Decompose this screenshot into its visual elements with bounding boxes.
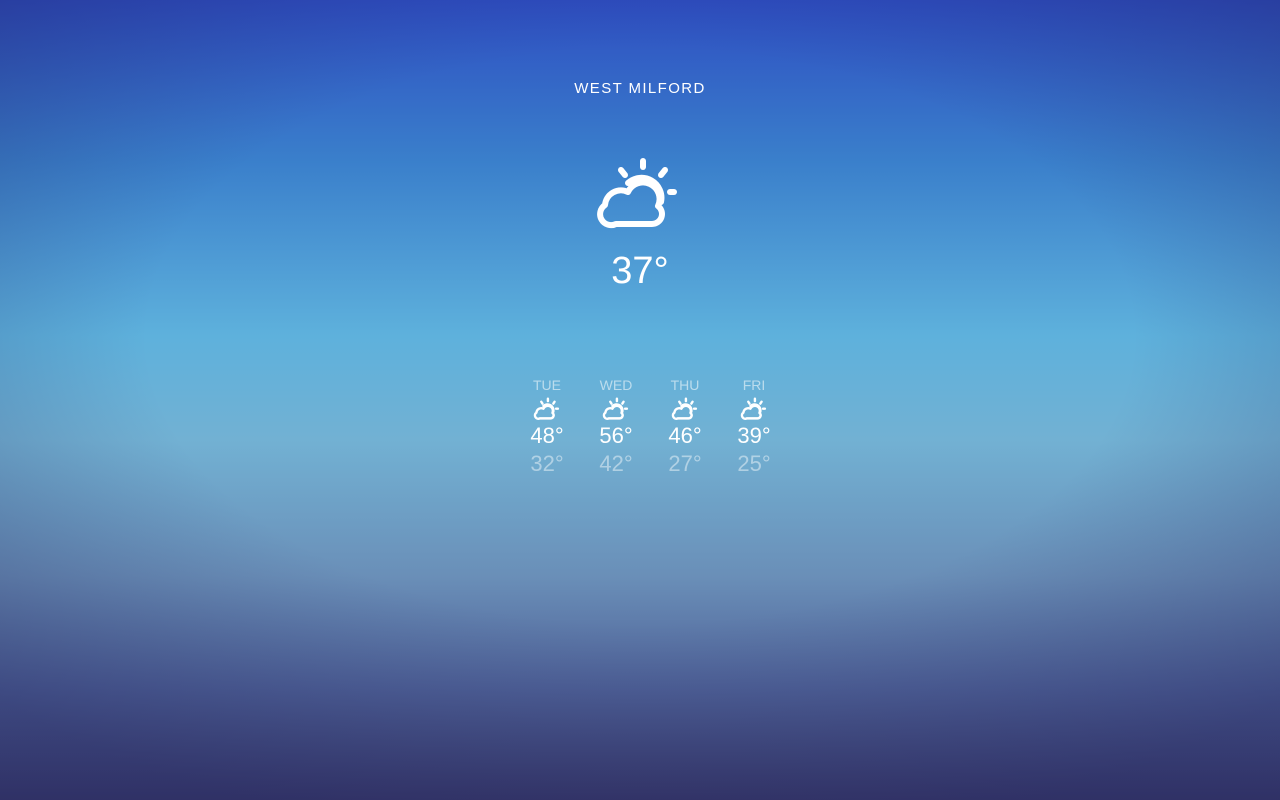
- forecast-day: THU 46° 27°: [655, 376, 715, 478]
- forecast-low: 42°: [599, 451, 633, 476]
- forecast-day-name: FRI: [742, 377, 766, 393]
- forecast-high: 46°: [668, 423, 702, 448]
- forecast-day: FRI 39° 25°: [724, 376, 784, 478]
- forecast-low: 32°: [530, 451, 564, 476]
- forecast-high: 56°: [599, 423, 633, 448]
- location-name: WEST MILFORD: [574, 80, 706, 97]
- partly-cloudy-icon: [671, 397, 698, 420]
- forecast-day: WED 56° 42°: [586, 376, 646, 478]
- forecast-low: 25°: [737, 451, 771, 476]
- forecast-high: 48°: [530, 423, 564, 448]
- forecast-row: TUE 48° 32° WED 56° 42° THU 46° 27° FRI …: [512, 376, 788, 488]
- partly-cloudy-icon: [602, 397, 629, 420]
- partly-cloudy-icon: [597, 158, 677, 229]
- forecast-day: TUE 48° 32°: [517, 376, 577, 478]
- current-temperature: 37°: [611, 250, 669, 292]
- partly-cloudy-icon: [740, 397, 767, 420]
- forecast-day-name: THU: [670, 377, 700, 393]
- forecast-day-name: TUE: [533, 377, 561, 393]
- forecast-low: 27°: [668, 451, 702, 476]
- forecast-high: 39°: [737, 423, 771, 448]
- forecast-day-name: WED: [599, 377, 633, 393]
- partly-cloudy-icon: [533, 397, 560, 420]
